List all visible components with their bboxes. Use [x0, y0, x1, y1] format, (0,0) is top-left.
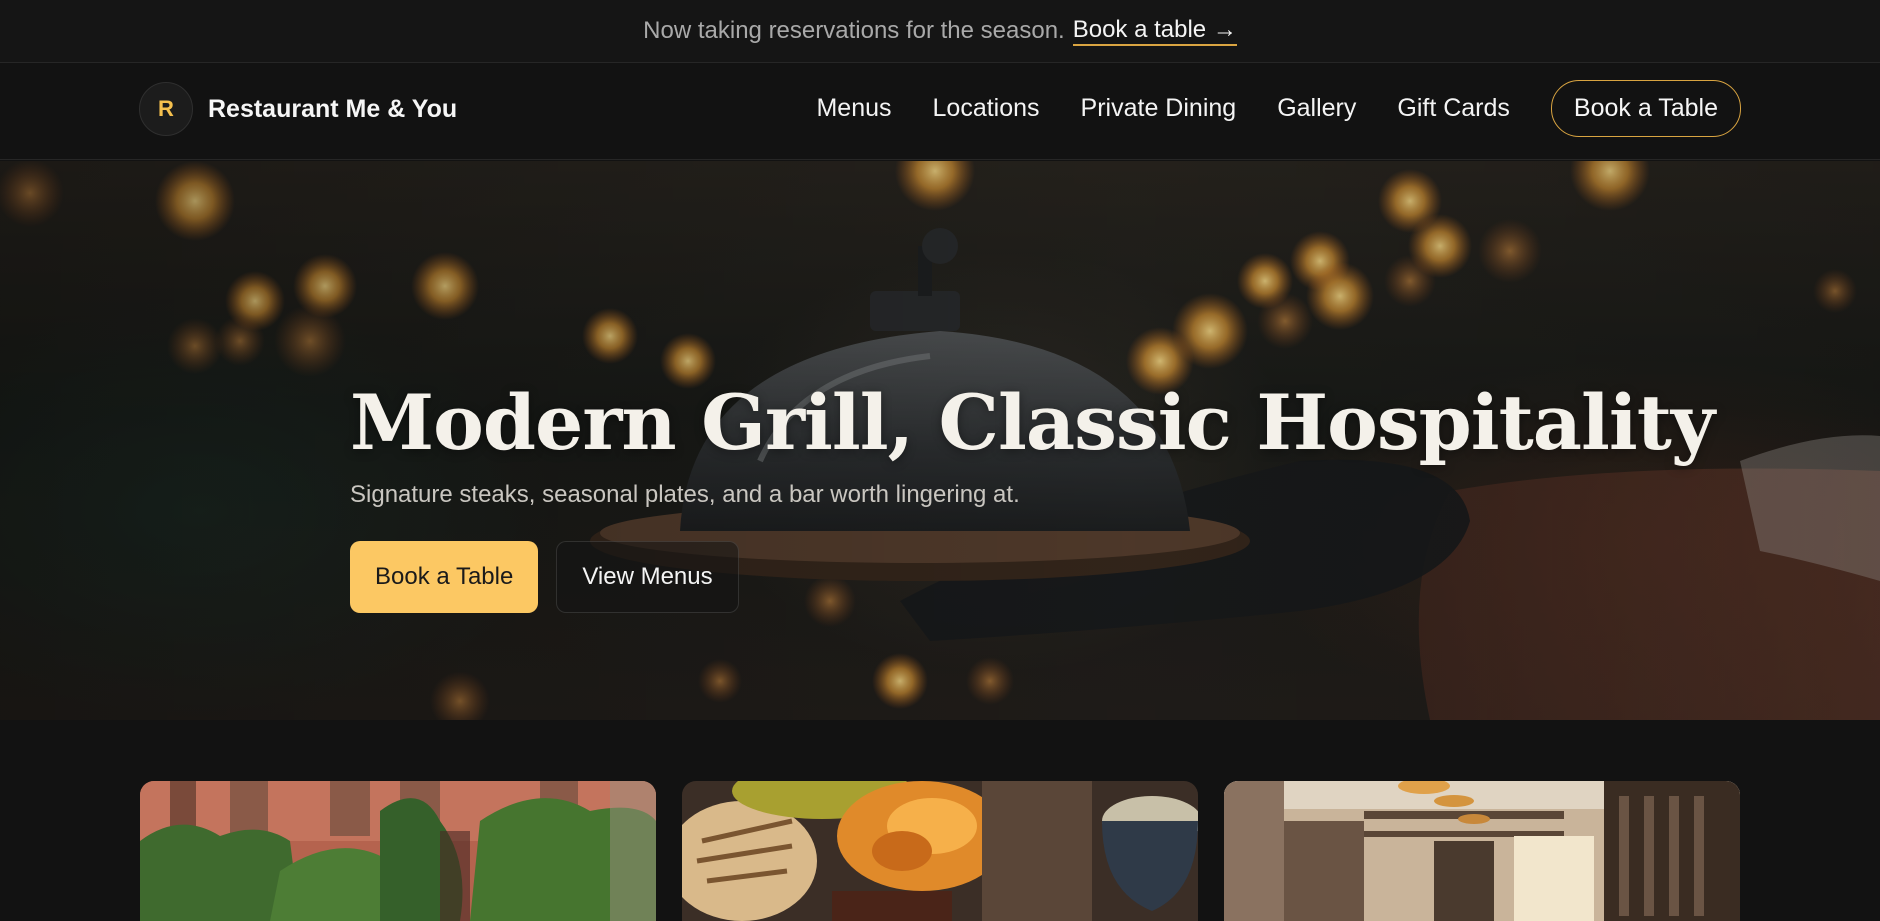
hero-content: Modern Grill, Classic Hospitality Signat…: [350, 378, 1715, 613]
feature-cards: [140, 781, 1740, 921]
dining-room-image: [1224, 781, 1740, 921]
hero-view-menus-button[interactable]: View Menus: [556, 541, 739, 613]
card-ivy-building[interactable]: [140, 781, 656, 921]
grilled-dishes-image: [682, 781, 1198, 921]
brand-mark: R: [139, 82, 193, 136]
ivy-building-image: [140, 781, 656, 921]
header-book-table-button[interactable]: Book a Table: [1550, 80, 1741, 137]
hero-book-table-button[interactable]: Book a Table: [350, 541, 539, 613]
card-grilled-dishes[interactable]: [682, 781, 1198, 921]
hero-section: Modern Grill, Classic Hospitality Signat…: [0, 161, 1880, 720]
nav-item-locations[interactable]: Locations: [933, 94, 1040, 123]
hero-subtitle: Signature steaks, seasonal plates, and a…: [350, 481, 1020, 508]
announcement-bar: Now taking reservations for the season. …: [0, 0, 1880, 63]
site-header: R Restaurant Me & You Menus Locations Pr…: [0, 64, 1880, 160]
brand-logo-link[interactable]: R Restaurant Me & You: [139, 82, 457, 136]
nav-item-gallery[interactable]: Gallery: [1277, 94, 1356, 123]
nav-item-menus[interactable]: Menus: [816, 94, 891, 123]
card-dining-room[interactable]: [1224, 781, 1740, 921]
nav-item-gift-cards[interactable]: Gift Cards: [1397, 94, 1510, 123]
announcement-book-link[interactable]: Book a table →: [1072, 16, 1237, 46]
hero-actions: Book a Table View Menus: [350, 541, 1650, 613]
main-nav: Menus Locations Private Dining Gallery G…: [816, 80, 1741, 137]
announcement-message: Now taking reservations for the season.: [643, 17, 1065, 44]
brand-name: Restaurant Me & You: [208, 94, 458, 123]
nav-item-private-dining[interactable]: Private Dining: [1081, 94, 1237, 123]
hero-title: Modern Grill, Classic Hospitality: [350, 378, 1715, 467]
